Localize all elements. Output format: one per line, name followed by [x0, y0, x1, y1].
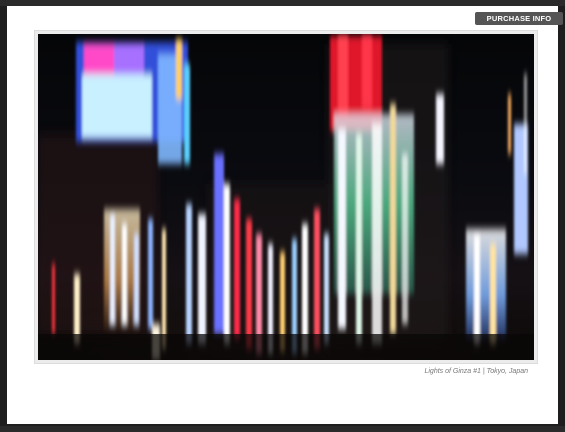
photo-caption: Lights of Ginza #1 | Tokyo, Japan: [424, 368, 528, 375]
photo[interactable]: [38, 34, 534, 360]
purchase-info-button[interactable]: PURCHASE INFO: [475, 12, 563, 25]
backdrop-bottom: [0, 426, 565, 432]
lightbox-panel: PURCHASE INFO Lights of Ginza #1 | Tokyo…: [7, 6, 563, 424]
photo-frame: [34, 30, 538, 364]
photo-image: [38, 34, 534, 360]
